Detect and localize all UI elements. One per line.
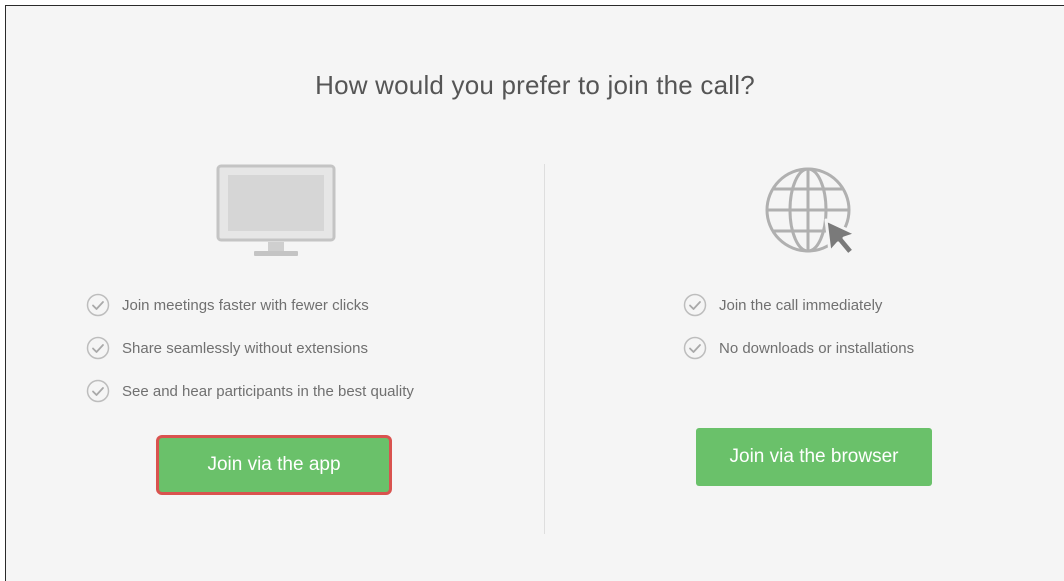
join-dialog: How would you prefer to join the call? J…	[5, 5, 1064, 581]
feature-text: Join the call immediately	[719, 296, 883, 314]
browser-feature-item: No downloads or installations	[683, 336, 914, 360]
join-via-app-button[interactable]: Join via the app	[159, 438, 389, 492]
check-circle-icon	[86, 293, 110, 317]
globe-cursor-icon	[764, 164, 860, 260]
check-circle-icon	[683, 336, 707, 360]
check-circle-icon	[683, 293, 707, 317]
feature-text: See and hear participants in the best qu…	[122, 382, 414, 400]
feature-text: No downloads or installations	[719, 339, 915, 357]
join-via-browser-button[interactable]: Join via the browser	[696, 428, 932, 486]
check-circle-icon	[86, 379, 110, 403]
app-feature-item: See and hear participants in the best qu…	[86, 379, 414, 403]
column-divider	[544, 164, 545, 534]
dialog-title: How would you prefer to join the call?	[315, 70, 755, 100]
feature-text: Share seamlessly without extensions	[122, 339, 368, 357]
check-circle-icon	[86, 336, 110, 360]
app-feature-item: Share seamlessly without extensions	[86, 336, 368, 360]
browser-feature-item: Join the call immediately	[683, 293, 882, 317]
feature-text: Join meetings faster with fewer clicks	[122, 296, 369, 314]
app-feature-item: Join meetings faster with fewer clicks	[86, 293, 369, 317]
monitor-icon	[216, 164, 336, 260]
